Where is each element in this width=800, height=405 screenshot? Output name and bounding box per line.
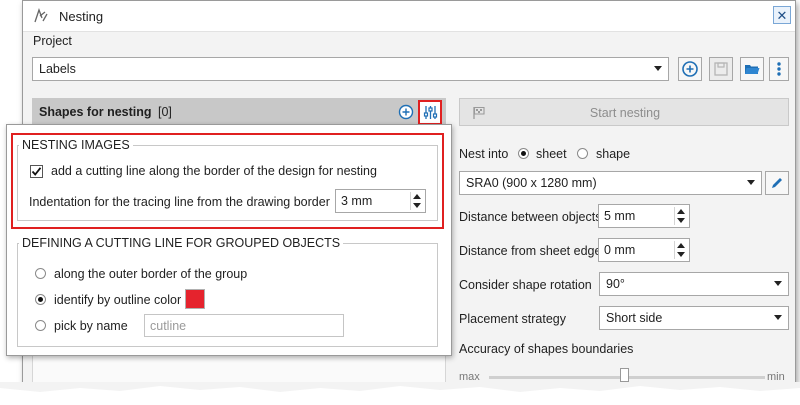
open-project-button[interactable] <box>740 57 764 81</box>
nest-into-shape-label: shape <box>596 147 631 161</box>
torn-edge <box>0 382 800 402</box>
project-value: Labels <box>39 62 76 76</box>
spin-down-icon[interactable] <box>677 218 685 223</box>
save-project-button[interactable] <box>709 57 733 81</box>
app-logo-icon <box>34 8 48 23</box>
distance-edge-value: 0 mm <box>604 243 636 257</box>
outline-color-radio[interactable] <box>35 294 46 305</box>
cutting-line-label: add a cutting line along the border of t… <box>51 164 377 178</box>
nest-into-label: Nest into <box>459 147 509 161</box>
nesting-settings-button[interactable] <box>418 100 442 125</box>
distance-objects-label: Distance between objects <box>459 210 602 224</box>
indent-value: 3 mm <box>341 194 373 208</box>
shapes-count: [0] <box>158 105 172 119</box>
pencil-icon <box>772 178 782 188</box>
spin-down-icon[interactable] <box>677 252 685 257</box>
spin-up-icon[interactable] <box>413 194 421 199</box>
edit-sheet-button[interactable] <box>765 171 789 195</box>
chevron-down-icon <box>774 281 782 286</box>
name-input[interactable]: cutline <box>144 314 344 337</box>
add-shape-icon[interactable] <box>398 104 414 120</box>
check-icon <box>31 167 42 176</box>
sheet-size-value: SRA0 (900 x 1280 mm) <box>466 176 597 190</box>
project-select[interactable]: Labels <box>32 57 669 81</box>
placement-select[interactable]: Short side <box>599 306 789 330</box>
add-circle-icon <box>682 61 698 77</box>
spin-down-icon[interactable] <box>413 203 421 208</box>
more-options-button[interactable] <box>769 57 789 81</box>
shapes-for-nesting-header: Shapes for nesting [0] <box>32 98 446 126</box>
more-icon <box>777 62 781 76</box>
nest-into-sheet-label: sheet <box>536 147 567 161</box>
distance-edge-input[interactable]: 0 mm <box>598 238 690 262</box>
chevron-down-icon <box>654 66 662 71</box>
distance-objects-value: 5 mm <box>604 209 636 223</box>
rotation-label: Consider shape rotation <box>459 278 592 292</box>
shapes-label: Shapes for nesting <box>39 105 152 119</box>
outer-border-label: along the outer border of the group <box>54 267 248 281</box>
nest-into-sheet-radio[interactable] <box>518 148 529 159</box>
outline-color-label: identify by outline color <box>54 293 182 307</box>
indent-input[interactable]: 3 mm <box>335 189 426 213</box>
distance-objects-input[interactable]: 5 mm <box>598 204 690 228</box>
accuracy-slider-thumb[interactable] <box>620 368 629 382</box>
outer-border-radio[interactable] <box>35 268 46 279</box>
pick-by-name-label: pick by name <box>54 319 128 333</box>
chevron-down-icon <box>747 180 755 185</box>
open-folder-icon <box>745 65 760 74</box>
torn-edge-shape <box>0 382 800 392</box>
pick-by-name-radio[interactable] <box>35 320 46 331</box>
outline-color-swatch[interactable] <box>185 289 205 309</box>
title-bar[interactable]: Nesting ✕ <box>23 1 795 32</box>
accuracy-label: Accuracy of shapes boundaries <box>459 342 634 356</box>
cutting-line-checkbox[interactable] <box>30 165 43 178</box>
spin-up-icon[interactable] <box>677 243 685 248</box>
start-nesting-button[interactable]: Start nesting <box>459 98 789 126</box>
name-input-placeholder: cutline <box>150 319 187 333</box>
nesting-settings-popup: NESTING IMAGES add a cutting line along … <box>6 124 452 356</box>
nest-into-shape-radio[interactable] <box>577 148 588 159</box>
sliders-icon <box>423 106 438 119</box>
close-button[interactable]: ✕ <box>773 6 791 24</box>
nesting-images-title: NESTING IMAGES <box>19 138 133 152</box>
indent-label: Indentation for the tracing line from th… <box>29 195 330 209</box>
add-project-button[interactable] <box>678 57 702 81</box>
placement-value: Short side <box>606 311 663 325</box>
placement-label: Placement strategy <box>459 312 566 326</box>
rotation-value: 90° <box>606 277 625 291</box>
rotation-select[interactable]: 90° <box>599 272 789 296</box>
chevron-down-icon <box>774 315 782 320</box>
start-nesting-label: Start nesting <box>589 106 661 120</box>
grouped-objects-title: DEFINING A CUTTING LINE FOR GROUPED OBJE… <box>19 236 344 250</box>
distance-edge-label: Distance from sheet edge <box>459 244 602 258</box>
sheet-size-select[interactable]: SRA0 (900 x 1280 mm) <box>459 171 762 195</box>
save-icon <box>714 62 728 76</box>
spin-up-icon[interactable] <box>677 209 685 214</box>
project-label: Project <box>33 34 72 48</box>
window-title: Nesting <box>59 9 104 24</box>
